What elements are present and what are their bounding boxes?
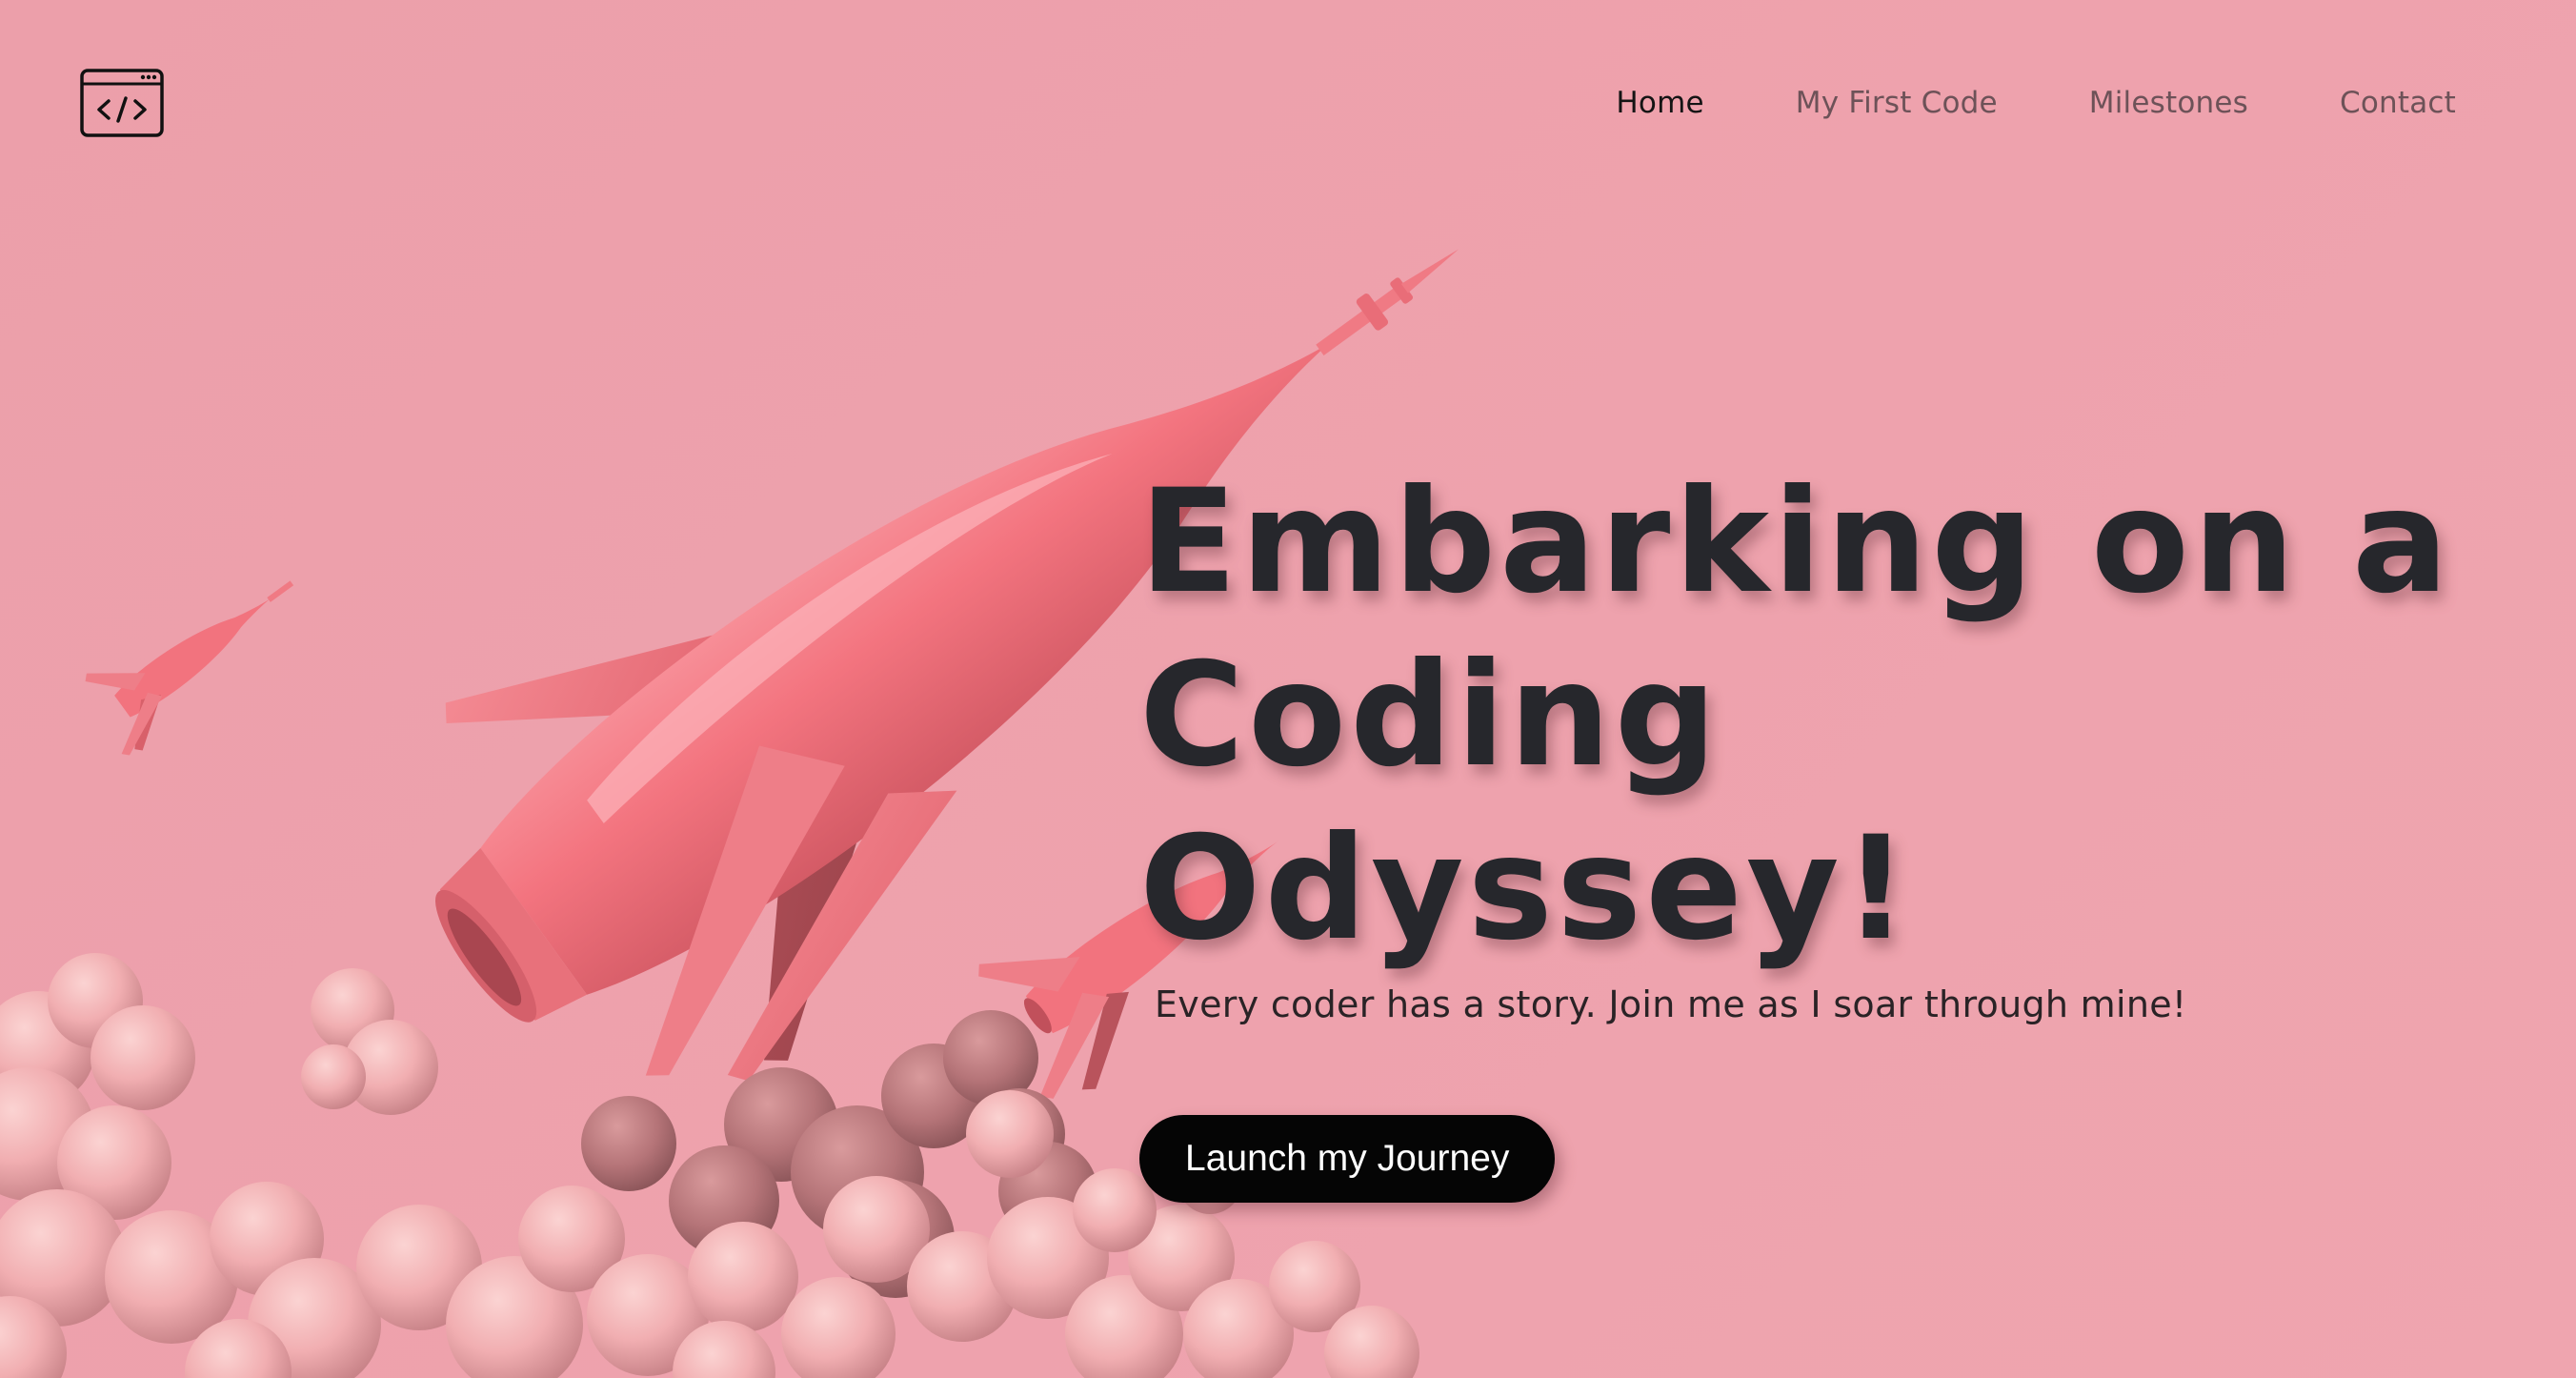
small-rocket-left [85, 580, 294, 756]
nav-my-first-code[interactable]: My First Code [1796, 86, 1998, 120]
code-window-icon[interactable] [80, 69, 164, 137]
hero-title: Embarking on a Coding Odyssey! [1139, 456, 2453, 976]
hero-title-line-3: Odyssey! [1139, 806, 1913, 972]
hero-section: Embarking on a Coding Odyssey! Every cod… [1139, 456, 2453, 1203]
nav-home[interactable]: Home [1616, 86, 1703, 120]
nav-contact[interactable]: Contact [2340, 86, 2456, 120]
main-nav: Home My First Code Milestones Contact [1616, 80, 2456, 126]
launch-journey-button[interactable]: Launch my Journey [1139, 1115, 1556, 1203]
hero-title-line-1: Embarking on a [1139, 459, 2453, 625]
landing-page: Home My First Code Milestones Contact Em… [0, 0, 2576, 1378]
nav-milestones[interactable]: Milestones [2089, 86, 2248, 120]
hero-title-line-2: Coding [1139, 633, 1721, 799]
hero-subtitle: Every coder has a story. Join me as I so… [1155, 983, 2187, 1025]
